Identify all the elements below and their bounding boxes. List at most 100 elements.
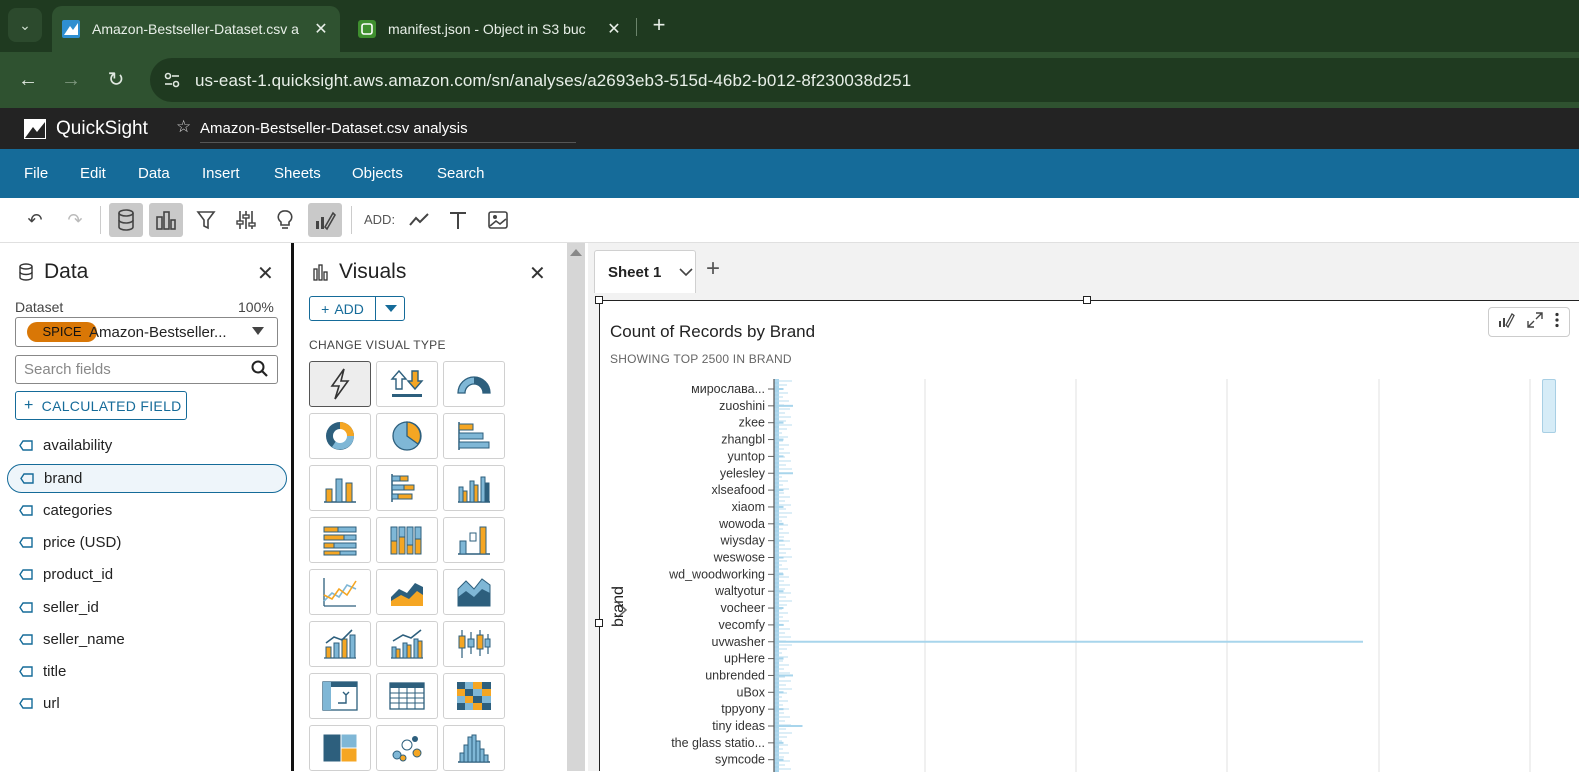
kpi-visual-icon[interactable] (376, 361, 438, 407)
browser-tab-active[interactable]: Amazon-Bestseller-Dataset.csv a ✕ (52, 6, 340, 52)
y-tick-label[interactable]: yuntop (727, 449, 765, 463)
menu-search[interactable]: Search (437, 165, 485, 182)
y-tick-label[interactable]: wd_woodworking (668, 567, 765, 581)
bar[interactable] (774, 674, 793, 677)
y-tick-label[interactable]: vecomfy (718, 618, 765, 632)
waterfall-visual-icon[interactable] (443, 517, 505, 563)
stacked-area-visual-icon[interactable] (443, 569, 505, 615)
y-tick-label[interactable]: wowoda (718, 517, 765, 531)
line-visual-icon[interactable] (309, 569, 371, 615)
bar[interactable] (774, 522, 784, 525)
calculated-field-button[interactable]: + CALCULATED FIELD (15, 391, 187, 420)
y-tick-label[interactable]: vocheer (721, 601, 765, 615)
field-url[interactable]: url (7, 689, 287, 718)
box-plot-visual-icon[interactable] (443, 621, 505, 667)
y-tick-label[interactable]: yelesley (720, 466, 766, 480)
y-tick-label[interactable]: tiny ideas (712, 719, 765, 733)
visuals-pane-icon[interactable] (149, 203, 183, 237)
visual-card[interactable]: Count of Records by Brand SHOWING TOP 25… (595, 296, 1579, 772)
filter-icon[interactable] (189, 203, 223, 237)
search-fields-input[interactable] (24, 361, 244, 378)
add-text-icon[interactable] (441, 203, 475, 237)
bar[interactable] (774, 741, 784, 744)
add-visual-icon[interactable] (402, 203, 436, 237)
y-tick-label[interactable]: wiysday (720, 534, 766, 548)
menu-objects[interactable]: Objects (352, 165, 403, 182)
combo-bar-line-visual-icon[interactable] (309, 621, 371, 667)
field-price-usd[interactable]: price (USD) (7, 528, 287, 557)
y-tick-label[interactable]: zuoshini (719, 399, 765, 413)
y-tick-label[interactable]: waltyotur (714, 584, 765, 598)
stacked-horizontal-bar-visual-icon[interactable] (376, 465, 438, 511)
redo-icon[interactable]: ↷ (58, 203, 92, 237)
insights-icon[interactable] (268, 203, 302, 237)
bar[interactable] (774, 691, 784, 694)
bar[interactable] (774, 539, 784, 542)
undo-icon[interactable]: ↶ (18, 203, 52, 237)
field-brand[interactable]: brand (7, 464, 287, 493)
chevron-down-icon[interactable] (385, 305, 397, 312)
menu-insert[interactable]: Insert (202, 165, 240, 182)
field-categories[interactable]: categories (7, 496, 287, 525)
parameters-icon[interactable] (229, 203, 263, 237)
tab-search-dropdown-icon[interactable]: ⌄ (8, 8, 42, 42)
bar[interactable] (774, 489, 784, 492)
stacked-column-visual-icon[interactable] (376, 517, 438, 563)
pie-visual-icon[interactable] (376, 413, 438, 459)
bar[interactable] (774, 657, 784, 660)
scatter-visual-icon[interactable] (376, 725, 438, 771)
menu-sheets[interactable]: Sheets (274, 165, 321, 182)
clustered-bar-visual-icon[interactable] (443, 465, 505, 511)
close-tab-icon[interactable]: ✕ (312, 19, 330, 39)
analysis-title[interactable]: Amazon-Bestseller-Dataset.csv analysis (200, 120, 576, 143)
y-tick-label[interactable]: xiaom (732, 500, 765, 514)
format-visual-icon[interactable] (308, 203, 342, 237)
forward-icon[interactable]: → (57, 66, 85, 94)
scroll-up-icon[interactable] (570, 249, 582, 256)
y-tick-label[interactable]: unbrended (705, 668, 765, 682)
bar[interactable] (774, 404, 793, 407)
pivot-table-visual-icon[interactable] (309, 673, 371, 719)
panel-scrollbar[interactable] (567, 243, 585, 771)
field-availability[interactable]: availability (7, 431, 287, 460)
tree-map-visual-icon[interactable] (309, 725, 371, 771)
vertical-bar-visual-icon[interactable] (309, 465, 371, 511)
combo-clustered-line-visual-icon[interactable] (376, 621, 438, 667)
add-image-icon[interactable] (481, 203, 515, 237)
new-tab-icon[interactable]: + (646, 12, 672, 38)
bar[interactable] (774, 590, 784, 593)
bar[interactable] (774, 758, 784, 761)
dataset-select[interactable]: SPICE Amazon-Bestseller... (15, 317, 278, 347)
y-tick-label[interactable]: upHere (724, 652, 765, 666)
y-tick-label[interactable]: weswose (713, 551, 765, 565)
bar[interactable] (774, 472, 793, 475)
y-tick-label[interactable]: uBox (737, 685, 766, 699)
y-tick-label[interactable]: xlseafood (711, 483, 765, 497)
bar[interactable] (774, 421, 784, 424)
bar[interactable] (774, 438, 784, 441)
tab-sheet-1[interactable]: Sheet 1 (594, 250, 696, 293)
field-seller-name[interactable]: seller_name (7, 625, 287, 654)
field-title[interactable]: title (7, 657, 287, 686)
back-icon[interactable]: ← (14, 66, 42, 94)
y-tick-label[interactable]: миpослава... (691, 382, 765, 396)
add-sheet-icon[interactable]: + (706, 257, 720, 281)
search-icon[interactable] (250, 359, 270, 379)
y-tick-label[interactable]: tppyony (721, 702, 766, 716)
bar[interactable] (774, 725, 803, 727)
reload-icon[interactable]: ↻ (102, 66, 130, 94)
field-seller-id[interactable]: seller_id (7, 593, 287, 622)
y-tick-label[interactable]: the glass statio... (671, 736, 765, 750)
close-tab-icon[interactable]: ✕ (605, 19, 623, 39)
browser-tab-inactive[interactable]: manifest.json - Object in S3 buc ✕ (348, 6, 633, 52)
search-fields[interactable] (15, 355, 278, 384)
site-settings-icon[interactable] (162, 70, 182, 90)
stacked-100-bar-visual-icon[interactable] (309, 517, 371, 563)
bar[interactable] (774, 708, 784, 711)
bar[interactable] (774, 623, 784, 626)
field-product-id[interactable]: product_id (7, 560, 287, 589)
menu-file[interactable]: File (24, 165, 48, 182)
data-pane-icon[interactable] (109, 203, 143, 237)
donut-visual-icon[interactable] (309, 413, 371, 459)
menu-edit[interactable]: Edit (80, 165, 106, 182)
